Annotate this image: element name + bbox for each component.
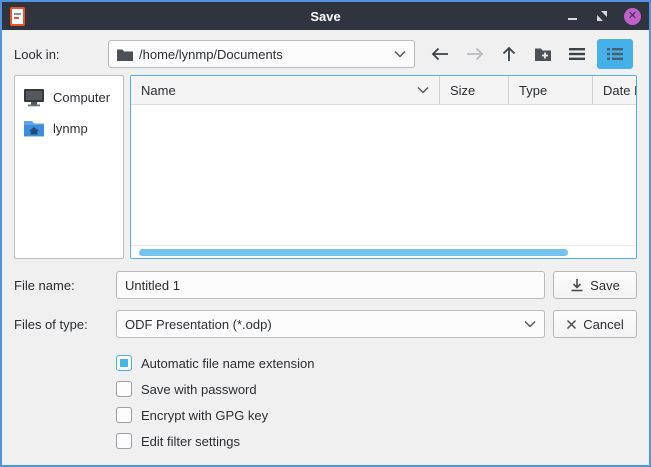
file-type-label: Files of type:: [14, 317, 108, 332]
checkbox-encrypt-gpg[interactable]: [116, 407, 132, 423]
chevron-down-icon: [417, 86, 429, 94]
save-button-label: Save: [590, 278, 620, 293]
file-type-value: ODF Presentation (*.odp): [125, 317, 524, 332]
save-download-icon: [570, 278, 584, 293]
up-icon: [501, 45, 517, 63]
file-list-viewport[interactable]: [131, 105, 636, 245]
look-in-combobox[interactable]: /home/lynmp/Documents: [108, 40, 415, 68]
cancel-button-label: Cancel: [583, 317, 623, 332]
look-in-value: /home/lynmp/Documents: [133, 47, 394, 62]
minimize-button[interactable]: [564, 8, 580, 24]
checkbox-label: Save with password: [141, 382, 257, 397]
maximize-button[interactable]: [594, 8, 610, 24]
navigation-toolbar: [415, 39, 637, 69]
close-icon: ✕: [628, 11, 637, 22]
checkbox-edit-filter[interactable]: [116, 433, 132, 449]
column-header-size[interactable]: Size: [440, 76, 509, 104]
save-dialog-window: Save ✕ Look in: /home/lynmp/Documents: [0, 0, 651, 467]
checkbox-automatic-extension[interactable]: [116, 355, 132, 371]
checkbox-row-save-with-password: Save with password: [116, 376, 637, 402]
options-group: Automatic file name extension Save with …: [116, 350, 637, 454]
file-list-header: Name Size Type Date M: [131, 76, 636, 105]
maximize-icon: [596, 10, 608, 22]
folder-icon: [117, 48, 133, 61]
close-button[interactable]: ✕: [624, 8, 641, 25]
x-icon: [566, 319, 577, 330]
look-in-label: Look in:: [14, 47, 108, 62]
checkbox-label: Automatic file name extension: [141, 356, 314, 371]
checkbox-row-automatic-extension: Automatic file name extension: [116, 350, 637, 376]
cancel-button[interactable]: Cancel: [553, 310, 637, 338]
chevron-down-icon: [524, 320, 536, 328]
file-name-input[interactable]: [116, 271, 545, 299]
checkbox-row-encrypt-gpg: Encrypt with GPG key: [116, 402, 637, 428]
sidebar-item-label: Computer: [53, 90, 110, 105]
sidebar-item-lynmp[interactable]: lynmp: [15, 113, 123, 143]
back-icon: [430, 46, 450, 62]
file-name-label: File name:: [14, 278, 108, 293]
forward-icon: [465, 46, 485, 62]
details-view-button[interactable]: [597, 39, 633, 69]
computer-icon: [23, 88, 45, 107]
scrollbar-thumb[interactable]: [139, 249, 568, 256]
chevron-down-icon: [394, 50, 406, 58]
details-view-icon: [606, 47, 624, 61]
places-sidebar: Computer lynmp: [14, 75, 124, 259]
home-folder-icon: [23, 119, 45, 137]
sidebar-item-label: lynmp: [53, 121, 88, 136]
window-title: Save: [2, 9, 649, 24]
save-button[interactable]: Save: [553, 271, 637, 299]
column-header-name[interactable]: Name: [131, 76, 440, 104]
up-button[interactable]: [494, 40, 524, 68]
horizontal-scrollbar[interactable]: [131, 245, 636, 258]
forward-button[interactable]: [460, 40, 490, 68]
checkbox-save-with-password[interactable]: [116, 381, 132, 397]
back-button[interactable]: [425, 40, 455, 68]
file-list: Name Size Type Date M: [130, 75, 637, 259]
checkbox-label: Edit filter settings: [141, 434, 240, 449]
column-header-date-modified[interactable]: Date M: [593, 76, 636, 104]
new-folder-button[interactable]: [528, 40, 558, 68]
checkbox-row-edit-filter: Edit filter settings: [116, 428, 637, 454]
checkbox-label: Encrypt with GPG key: [141, 408, 268, 423]
file-type-dropdown[interactable]: ODF Presentation (*.odp): [116, 310, 545, 338]
list-view-icon: [568, 47, 586, 61]
list-view-button[interactable]: [562, 40, 592, 68]
titlebar[interactable]: Save ✕: [2, 2, 649, 30]
sidebar-item-computer[interactable]: Computer: [15, 82, 123, 113]
minimize-icon: [568, 18, 577, 20]
impress-document-icon: [10, 7, 25, 26]
new-folder-icon: [534, 47, 552, 62]
column-header-type[interactable]: Type: [509, 76, 593, 104]
